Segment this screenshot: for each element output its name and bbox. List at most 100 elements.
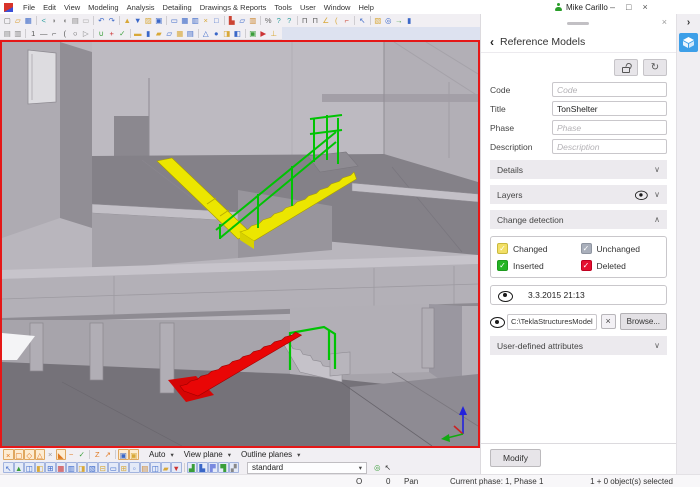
contacts-icon[interactable]: ▤: [70, 15, 81, 26]
menu-window[interactable]: Window: [320, 3, 355, 12]
snap-direction-icon[interactable]: ↗: [103, 449, 114, 460]
expand-panel-icon[interactable]: ›: [677, 17, 700, 28]
maximize-button[interactable]: □: [626, 0, 631, 14]
eye-icon[interactable]: [498, 291, 511, 300]
open-model-icon[interactable]: ▱: [13, 15, 24, 26]
reference-models-tab[interactable]: [679, 33, 698, 52]
undo-icon[interactable]: ↶: [96, 15, 107, 26]
select-loads-icon[interactable]: ▼: [171, 462, 182, 473]
create-line-icon[interactable]: —: [39, 28, 50, 39]
rebar-tool-icon[interactable]: ▤: [185, 28, 196, 39]
section-change-detection[interactable]: Change detection ∧: [490, 210, 667, 229]
bookmark-icon[interactable]: ▙: [227, 15, 238, 26]
fitting-tool-icon[interactable]: ◧: [232, 28, 243, 39]
clip-box-icon[interactable]: □: [211, 15, 222, 26]
select-views-icon[interactable]: ▭: [108, 462, 119, 473]
new-view-icon[interactable]: ▭: [169, 15, 180, 26]
view-grid-icon[interactable]: ▥: [190, 15, 201, 26]
select-welds-icon[interactable]: ▧: [87, 462, 98, 473]
concrete-pour-icon[interactable]: ▨: [143, 15, 154, 26]
slab-tool-icon[interactable]: ▱: [164, 28, 175, 39]
create-circle-icon[interactable]: ○: [70, 28, 81, 39]
column-tool-icon[interactable]: ▮: [143, 28, 154, 39]
select-grid-lines-icon[interactable]: ▥: [66, 462, 77, 473]
create-arc-icon[interactable]: (: [60, 28, 71, 39]
unchanged-checkbox[interactable]: ✓: [581, 243, 592, 254]
select-grids-icon[interactable]: ▦: [56, 462, 67, 473]
phases-globe-icon[interactable]: ◎: [372, 462, 383, 473]
import-icon[interactable]: ▼: [133, 15, 144, 26]
world-view-icon[interactable]: ◎: [383, 15, 394, 26]
select-objects-in-components-icon[interactable]: ▜: [218, 462, 229, 473]
create-point-icon[interactable]: 1: [28, 28, 39, 39]
menu-edit[interactable]: Edit: [39, 3, 60, 12]
zoom-percent-icon[interactable]: %: [263, 15, 274, 26]
macro-run-icon[interactable]: ▶: [258, 28, 269, 39]
create-polyline-icon[interactable]: ⌐: [49, 28, 60, 39]
select-parts-icon[interactable]: ◫: [24, 462, 35, 473]
publish-icon[interactable]: →: [394, 15, 405, 26]
user-menu[interactable]: Mike Carillo: [554, 0, 608, 14]
snap-plane-icon[interactable]: ▣: [118, 449, 129, 460]
fetch-icon[interactable]: ▲: [122, 15, 133, 26]
eye-icon[interactable]: [635, 191, 646, 199]
library-icon[interactable]: ▥: [248, 15, 259, 26]
description-input[interactable]: [552, 139, 667, 154]
save-model-icon[interactable]: ▦: [23, 15, 34, 26]
share-icon[interactable]: <: [39, 15, 50, 26]
menu-detailing[interactable]: Detailing: [159, 3, 196, 12]
section-details[interactable]: Details ∨: [490, 160, 667, 179]
snap-confirm-icon[interactable]: ✓: [77, 449, 88, 460]
info-bar-icon[interactable]: ▮: [404, 15, 415, 26]
select-single-bolts-icon[interactable]: ▫: [129, 462, 140, 473]
snap-corner-icon[interactable]: ◣: [56, 449, 67, 460]
model-view-3d[interactable]: [2, 42, 478, 446]
browse-button[interactable]: Browse...: [620, 313, 667, 330]
snap-points-icon[interactable]: ×: [3, 449, 14, 460]
auto-connect-icon[interactable]: ∪: [96, 28, 107, 39]
back-chevron-icon[interactable]: ‹: [490, 35, 494, 49]
select-components-icon[interactable]: ▟: [187, 462, 198, 473]
anchor-tool-icon[interactable]: ⊥: [269, 28, 280, 39]
pointer-icon[interactable]: ↖: [357, 15, 368, 26]
snap-depth-icon[interactable]: ▣: [129, 449, 140, 460]
select-cuts-icon[interactable]: ⊟: [98, 462, 109, 473]
select-distances-icon[interactable]: ◫: [150, 462, 161, 473]
snap-center-icon[interactable]: ◇: [24, 449, 35, 460]
measure-x-icon[interactable]: Π: [300, 15, 311, 26]
unlock-button[interactable]: [614, 59, 638, 76]
deleted-checkbox[interactable]: ✓: [581, 260, 592, 271]
measure-y-icon[interactable]: Π: [310, 15, 321, 26]
measure-arc-icon[interactable]: (: [331, 15, 342, 26]
beam-tool-icon[interactable]: ▬: [133, 28, 144, 39]
changed-checkbox[interactable]: ✓: [497, 243, 508, 254]
title-input[interactable]: [552, 101, 667, 116]
menu-analysis[interactable]: Analysis: [123, 3, 159, 12]
presence-icon[interactable]: ▭: [81, 15, 92, 26]
diagnose-icon[interactable]: +: [107, 28, 118, 39]
phase-input[interactable]: [552, 120, 667, 135]
select-surfaces-icon[interactable]: ◧: [35, 462, 46, 473]
select-reference-objects-icon[interactable]: ▞: [229, 462, 240, 473]
menu-tools[interactable]: Tools: [270, 3, 296, 12]
modify-button[interactable]: Modify: [490, 449, 541, 467]
select-planes-icon[interactable]: ▰: [161, 462, 172, 473]
measure-angle-icon[interactable]: ∠: [321, 15, 332, 26]
refresh-button[interactable]: ↻: [643, 59, 667, 76]
plate-tool-icon[interactable]: ▰: [154, 28, 165, 39]
select-all-icon[interactable]: ▲: [14, 462, 25, 473]
bolt-tool-icon[interactable]: ●: [211, 28, 222, 39]
panel-tool-icon[interactable]: ▦: [175, 28, 186, 39]
properties-page-2-icon[interactable]: ▥: [13, 28, 24, 39]
repair-icon[interactable]: ✓: [117, 28, 128, 39]
weld-tool-icon[interactable]: △: [201, 28, 212, 39]
snap-z-icon[interactable]: Z: [92, 449, 103, 460]
menu-user[interactable]: User: [296, 3, 320, 12]
cut-tool-icon[interactable]: ◨: [222, 28, 233, 39]
snap-endpoints-icon[interactable]: ▢: [14, 449, 25, 460]
menu-help[interactable]: Help: [354, 3, 377, 12]
menu-file[interactable]: File: [19, 3, 39, 12]
create-polygon-icon[interactable]: ▷: [81, 28, 92, 39]
folder-icon[interactable]: ▱: [237, 15, 248, 26]
inquire-part-icon[interactable]: ?: [284, 15, 295, 26]
